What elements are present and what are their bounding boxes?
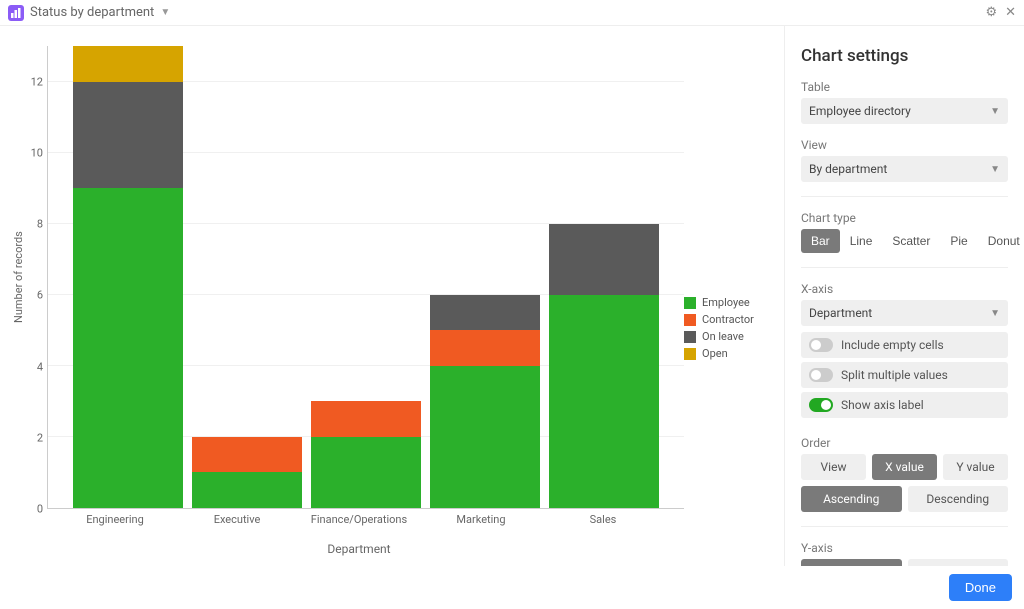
header-bar: Status by department ▼ ⚙ ✕ [0, 0, 1024, 26]
view-label: View [801, 138, 1008, 152]
xaxis-select[interactable]: Department ▼ [801, 300, 1008, 326]
bar-segment[interactable] [311, 401, 421, 437]
chart-type-donut[interactable]: Donut [978, 229, 1024, 253]
chart-type-label: Chart type [801, 211, 1008, 225]
page-title[interactable]: Status by department [30, 5, 154, 20]
yaxis-label: Y-axis [801, 541, 1008, 555]
legend-swatch [684, 297, 696, 309]
show-axis-label-toggle[interactable] [809, 398, 833, 412]
y-tick: 12 [31, 76, 47, 87]
chart-type-group: BarLineScatterPieDonut [801, 229, 1008, 253]
legend-label: Employee [702, 296, 750, 309]
legend-item[interactable]: Contractor [684, 313, 774, 326]
include-empty-toggle-row[interactable]: Include empty cells [801, 332, 1008, 358]
legend-label: Open [702, 347, 728, 360]
title-dropdown-caret-icon[interactable]: ▼ [160, 7, 170, 18]
footer: Done [0, 566, 1024, 609]
include-empty-toggle[interactable] [809, 338, 833, 352]
bar-segment[interactable] [73, 46, 183, 82]
legend-item[interactable]: Open [684, 347, 774, 360]
bar-stack[interactable] [192, 437, 302, 508]
bar-segment[interactable] [430, 295, 540, 331]
done-button[interactable]: Done [949, 574, 1012, 601]
bar-segment[interactable] [430, 330, 540, 366]
yaxis-field[interactable]: Field [908, 559, 1009, 566]
xaxis-label: X-axis [801, 282, 1008, 296]
x-tick-label: Sales [548, 513, 658, 526]
chart-type-bar[interactable]: Bar [801, 229, 840, 253]
x-tick-label: Executive [182, 513, 292, 526]
order-label: Order [801, 436, 1008, 450]
legend-swatch [684, 314, 696, 326]
x-tick-label: Finance/Operations [304, 513, 414, 526]
order-by-x-value[interactable]: X value [872, 454, 937, 480]
table-select[interactable]: Employee directory ▼ [801, 98, 1008, 124]
split-multiple-toggle[interactable] [809, 368, 833, 382]
show-axis-label-toggle-row[interactable]: Show axis label [801, 392, 1008, 418]
y-tick: 2 [37, 432, 47, 443]
y-tick: 4 [37, 361, 47, 372]
y-tick: 8 [37, 219, 47, 230]
chart-plot [47, 46, 684, 509]
legend-label: On leave [702, 330, 744, 343]
chevron-down-icon: ▼ [990, 164, 1000, 175]
view-select[interactable]: By department ▼ [801, 156, 1008, 182]
bar-stack[interactable] [73, 46, 183, 508]
chevron-down-icon: ▼ [990, 308, 1000, 319]
x-tick-label: Marketing [426, 513, 536, 526]
chart-app-icon [8, 5, 24, 21]
bar-segment[interactable] [192, 437, 302, 473]
order-by-group: ViewX valueY value [801, 454, 1008, 480]
y-tick: 6 [37, 290, 47, 301]
legend-swatch [684, 348, 696, 360]
order-by-view[interactable]: View [801, 454, 866, 480]
y-tick: 10 [31, 147, 47, 158]
x-tick-label: Engineering [60, 513, 170, 526]
bar-stack[interactable] [549, 224, 659, 508]
y-tick: 0 [37, 504, 47, 515]
x-axis-ticks: Engineering Executive Finance/Operations Ma… [34, 509, 684, 526]
legend-item[interactable]: On leave [684, 330, 774, 343]
table-label: Table [801, 80, 1008, 94]
y-axis-label: Number of records [10, 46, 27, 509]
split-multiple-toggle-row[interactable]: Split multiple values [801, 362, 1008, 388]
bar-stack[interactable] [311, 401, 421, 508]
chart-type-line[interactable]: Line [840, 229, 883, 253]
order-dir-ascending[interactable]: Ascending [801, 486, 902, 512]
legend-item[interactable]: Employee [684, 296, 774, 309]
bar-segment[interactable] [549, 295, 659, 508]
yaxis-group: Count Field [801, 559, 1008, 566]
y-axis: 024681012 [27, 46, 47, 509]
bar-segment[interactable] [549, 224, 659, 295]
bar-segment[interactable] [311, 437, 421, 508]
chart-area: Number of records 024681012 EngineeringE… [0, 26, 784, 566]
bar-segment[interactable] [430, 366, 540, 508]
legend-label: Contractor [702, 313, 754, 326]
chart-type-pie[interactable]: Pie [940, 229, 977, 253]
order-by-y-value[interactable]: Y value [943, 454, 1008, 480]
order-dir-group: AscendingDescending [801, 486, 1008, 512]
x-axis-label: Department [34, 542, 684, 556]
bar-segment[interactable] [192, 472, 302, 508]
chart-type-scatter[interactable]: Scatter [882, 229, 940, 253]
order-dir-descending[interactable]: Descending [908, 486, 1009, 512]
close-icon[interactable]: ✕ [1005, 5, 1016, 20]
settings-panel: Chart settings Table Employee directory … [784, 26, 1024, 566]
settings-title: Chart settings [801, 46, 1008, 66]
bar-segment[interactable] [73, 82, 183, 189]
yaxis-count[interactable]: Count [801, 559, 902, 566]
chevron-down-icon: ▼ [990, 106, 1000, 117]
legend-swatch [684, 331, 696, 343]
bar-segment[interactable] [73, 188, 183, 508]
bar-stack[interactable] [430, 295, 540, 508]
chart-legend: Employee Contractor On leave Open [684, 46, 774, 556]
settings-gear-icon[interactable]: ⚙ [985, 5, 997, 20]
